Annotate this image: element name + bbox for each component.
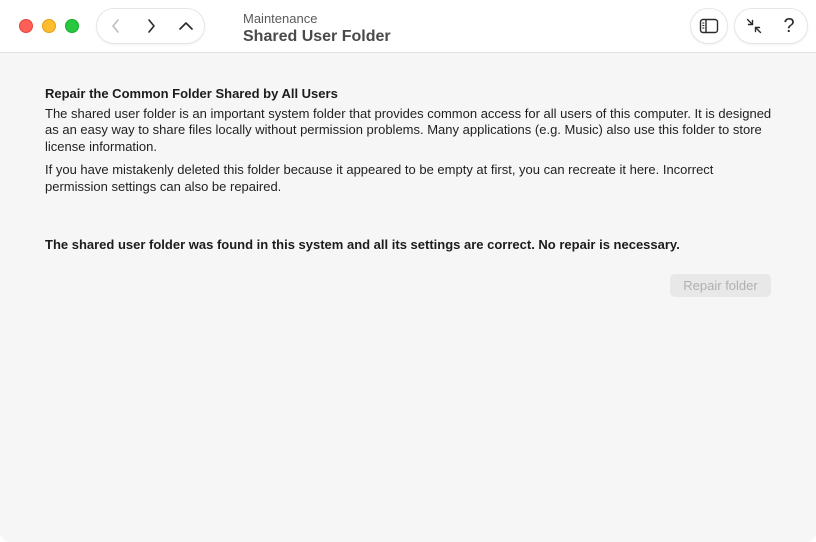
navigation-group: [96, 8, 205, 44]
description-paragraph-2: If you have mistakenly deleted this fold…: [45, 162, 714, 194]
minimize-window-button[interactable]: [42, 19, 56, 33]
window-title-block: Maintenance Shared User Folder: [243, 11, 391, 47]
back-button[interactable]: [99, 9, 133, 43]
app-window: Maintenance Shared User Folder ? Repair …: [0, 0, 816, 542]
repair-folder-button[interactable]: Repair folder: [670, 274, 771, 297]
zoom-window-button[interactable]: [65, 19, 79, 33]
page-title: Shared User Folder: [243, 28, 391, 45]
sidebar-icon: [699, 18, 719, 34]
up-button[interactable]: [169, 9, 203, 43]
forward-button[interactable]: [134, 9, 168, 43]
main-content: Repair the Common Folder Shared by All U…: [45, 86, 775, 202]
section-heading: Repair the Common Folder Shared by All U…: [45, 86, 338, 101]
chevron-right-icon: [148, 19, 155, 33]
title-bar: Maintenance Shared User Folder ?: [0, 0, 816, 53]
status-message: The shared user folder was found in this…: [45, 237, 680, 252]
description-paragraph-1: The shared user folder is an important s…: [45, 105, 772, 154]
chevron-left-icon: [112, 19, 119, 33]
section-subtitle: Maintenance: [243, 11, 318, 26]
chevron-up-icon: [179, 22, 193, 30]
collapse-view-button[interactable]: [737, 9, 771, 43]
close-window-button[interactable]: [19, 19, 33, 33]
help-button[interactable]: ?: [772, 9, 806, 43]
view-actions-group: ?: [734, 8, 808, 44]
toggle-sidebar-button[interactable]: [690, 8, 728, 44]
collapse-arrows-icon: [746, 18, 762, 34]
